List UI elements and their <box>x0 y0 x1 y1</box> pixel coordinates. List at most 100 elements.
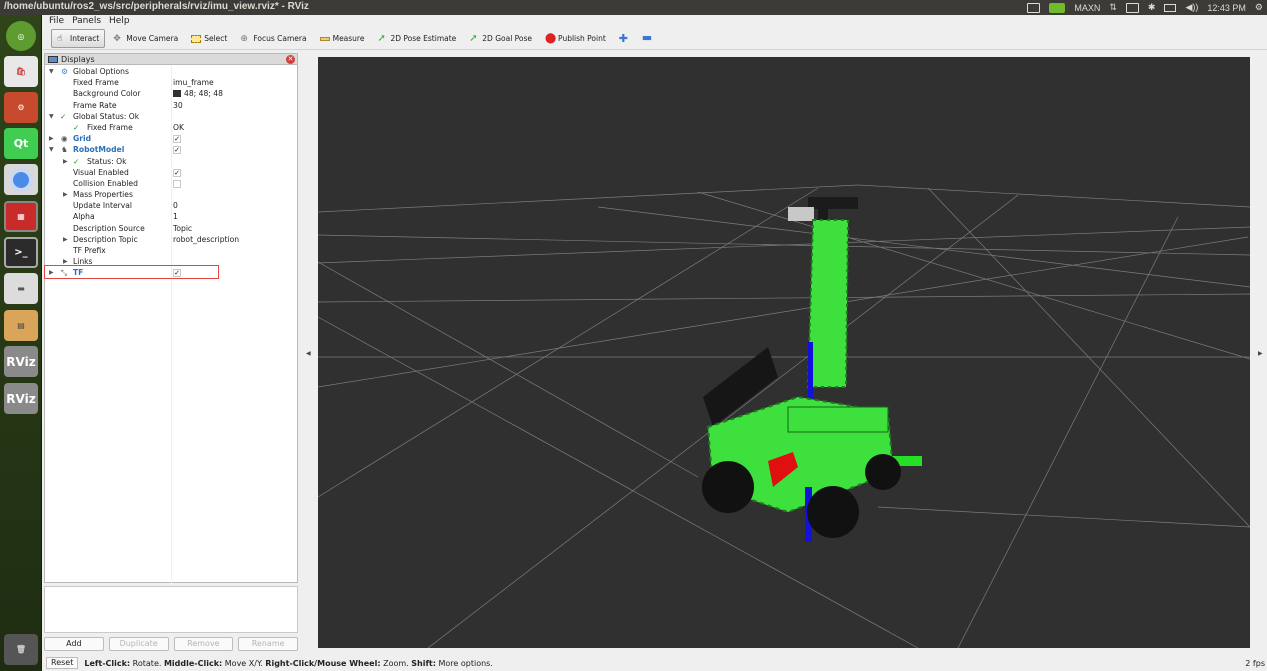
nvidia-mode-label[interactable]: MAXN <box>1074 3 1100 13</box>
keyboard-icon[interactable] <box>1027 2 1041 13</box>
publish-point-tool-button[interactable]: ⬤ Publish Point <box>540 29 611 48</box>
app-icon[interactable]: ▦ <box>4 201 38 232</box>
tree-row[interactable]: ▼ ⚙ Global Options <box>45 66 297 77</box>
window-title: /home/ubuntu/ros2_ws/src/peripherals/rvi… <box>4 1 309 12</box>
ubuntu-logo-icon[interactable]: ◎ <box>6 21 36 51</box>
tree-row[interactable]: Alpha 1 <box>45 211 297 222</box>
rename-button[interactable]: Rename <box>238 637 298 651</box>
files-icon[interactable]: ▤ <box>4 310 38 341</box>
tree-row[interactable]: Frame Rate 30 <box>45 100 297 111</box>
visual-enabled-checkbox[interactable]: ✓ <box>173 168 181 177</box>
tree-row[interactable]: ▶ Mass Properties <box>45 189 297 200</box>
tool-bar: ☝ Interact ✥ Move Camera Select ⊕ Focus … <box>43 28 1267 50</box>
scene-canvas[interactable] <box>318 57 1250 648</box>
expand-arrow-icon[interactable]: ▼ <box>49 144 54 155</box>
tree-row[interactable]: TF Prefix <box>45 245 297 256</box>
render-viewport[interactable] <box>318 57 1250 648</box>
tree-row[interactable]: ▶ ◉ Grid ✓ <box>45 133 297 144</box>
collapse-right-icon[interactable]: ▶ <box>1258 350 1263 357</box>
move-camera-tool-button[interactable]: ✥ Move Camera <box>108 29 183 48</box>
check-icon: ✓ <box>60 111 67 121</box>
network-icon[interactable]: ⇅ <box>1109 2 1117 13</box>
tree-row[interactable]: Description Source Topic <box>45 223 297 234</box>
reset-button[interactable]: Reset <box>46 657 79 669</box>
global-status-label: Global Status: Ok <box>73 111 140 121</box>
volume-icon[interactable]: ◀)) <box>1185 2 1198 13</box>
measure-label: Measure <box>332 34 365 43</box>
remove-tool-button[interactable]: ▬ <box>637 29 657 48</box>
close-icon[interactable]: ✕ <box>286 55 295 64</box>
collision-enabled-checkbox[interactable] <box>173 179 181 188</box>
minus-icon: ▬ <box>641 30 653 44</box>
robot-model-checkbox[interactable]: ✓ <box>173 146 181 155</box>
drive-icon[interactable]: ▬ <box>4 273 38 304</box>
interact-label: Interact <box>70 34 100 43</box>
plus-icon: ✚ <box>618 31 629 45</box>
expand-arrow-icon[interactable]: ▶ <box>63 189 68 200</box>
tree-row[interactable]: ▶ Description Topic robot_description <box>45 234 297 245</box>
robot-icon: ♞ <box>61 145 68 155</box>
tree-row[interactable]: Visual Enabled ✓ <box>45 167 297 178</box>
fixed-frame-value[interactable]: imu_frame <box>173 77 214 88</box>
system-tray: MAXN ⇅ ✱ ◀)) 12:43 PM ⚙ <box>1027 0 1263 15</box>
qt-creator-icon[interactable]: Qt <box>4 128 38 159</box>
rviz-icon[interactable]: RViz <box>4 346 38 377</box>
property-description-area <box>44 586 298 633</box>
frame-rate-value[interactable]: 30 <box>173 100 183 111</box>
remove-button[interactable]: Remove <box>173 637 234 651</box>
collapse-left-icon[interactable]: ◀ <box>306 350 311 357</box>
tree-row[interactable]: ▼ ♞ RobotModel ✓ <box>45 144 297 155</box>
right-click-key: Right-Click/Mouse Wheel: <box>265 658 381 668</box>
power-icon[interactable]: ⚙ <box>1255 2 1263 13</box>
description-topic-value[interactable]: robot_description <box>173 234 239 245</box>
shift-key: Shift: <box>411 658 436 668</box>
duplicate-button[interactable]: Duplicate <box>108 637 169 651</box>
mail-icon[interactable] <box>1164 3 1177 12</box>
tree-row[interactable]: Collision Enabled <box>45 178 297 189</box>
clock[interactable]: 12:43 PM <box>1207 3 1246 13</box>
rviz-icon[interactable]: RViz <box>4 383 38 414</box>
focus-camera-tool-button[interactable]: ⊕ Focus Camera <box>235 29 311 48</box>
indicator-icon[interactable] <box>1125 2 1139 13</box>
software-center-icon[interactable]: 🛍 <box>4 56 38 87</box>
menu-help[interactable]: Help <box>109 16 130 26</box>
alpha-value[interactable]: 1 <box>173 211 178 222</box>
monitor-icon <box>48 55 58 63</box>
add-button[interactable]: Add <box>44 637 104 651</box>
background-color-value[interactable]: 48; 48; 48 <box>173 88 223 99</box>
goal-pose-tool-button[interactable]: ➚ 2D Goal Pose <box>464 29 537 48</box>
chromium-icon[interactable] <box>4 164 38 195</box>
description-source-value[interactable]: Topic <box>173 223 192 234</box>
pose-estimate-tool-button[interactable]: ➚ 2D Pose Estimate <box>372 29 461 48</box>
bluetooth-icon[interactable]: ✱ <box>1148 2 1156 13</box>
select-tool-button[interactable]: Select <box>186 29 232 48</box>
tree-row[interactable]: Update Interval 0 <box>45 200 297 211</box>
terminal-icon[interactable]: >_ <box>4 237 38 268</box>
menu-panels[interactable]: Panels <box>72 16 101 26</box>
gear-icon: ⚙ <box>61 67 68 76</box>
grid-checkbox[interactable]: ✓ <box>173 135 181 144</box>
collision-enabled-label: Collision Enabled <box>73 178 138 188</box>
robot-model-label: RobotModel <box>73 145 125 155</box>
expand-arrow-icon[interactable]: ▼ <box>49 111 54 122</box>
move-camera-label: Move Camera <box>126 34 179 43</box>
nvidia-icon[interactable] <box>1049 2 1066 13</box>
interact-tool-button[interactable]: ☝ Interact <box>51 29 106 48</box>
tf-prefix-label: TF Prefix <box>73 246 106 255</box>
measure-tool-button[interactable]: Measure <box>315 29 370 48</box>
expand-arrow-icon[interactable]: ▶ <box>63 156 68 167</box>
expand-arrow-icon[interactable]: ▶ <box>49 133 54 144</box>
expand-arrow-icon[interactable]: ▼ <box>49 66 54 77</box>
description-source-label: Description Source <box>73 223 145 233</box>
tree-row[interactable]: Fixed Frame imu_frame <box>45 77 297 88</box>
tree-row[interactable]: Background Color 48; 48; 48 <box>45 88 297 99</box>
settings-icon[interactable]: ⚙ <box>4 92 38 123</box>
tree-row[interactable]: ✓ Fixed Frame OK <box>45 122 297 133</box>
menu-file[interactable]: File <box>49 16 64 26</box>
update-interval-value[interactable]: 0 <box>173 200 178 211</box>
expand-arrow-icon[interactable]: ▶ <box>63 234 68 245</box>
add-tool-button[interactable]: ✚ <box>614 29 634 48</box>
tree-row[interactable]: ▼ ✓ Global Status: Ok <box>45 111 297 122</box>
trash-icon[interactable]: 🗑 <box>4 634 38 665</box>
tree-row[interactable]: ▶ ✓ Status: Ok <box>45 156 297 167</box>
